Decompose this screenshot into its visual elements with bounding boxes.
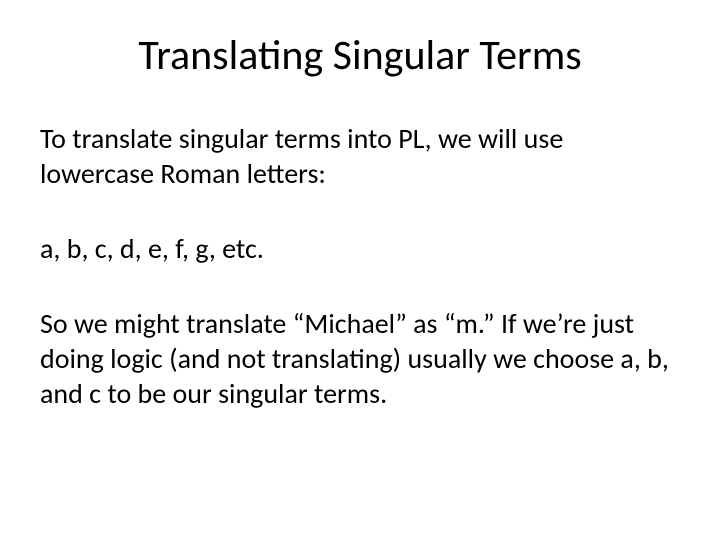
paragraph-3: So we might translate “Michael” as “m.” … bbox=[40, 306, 680, 411]
slide-title: Translating Singular Terms bbox=[40, 30, 680, 81]
paragraph-1: To translate singular terms into PL, we … bbox=[40, 121, 680, 191]
paragraph-2: a, b, c, d, e, f, g, etc. bbox=[40, 231, 680, 266]
slide: Translating Singular Terms To translate … bbox=[0, 0, 720, 540]
